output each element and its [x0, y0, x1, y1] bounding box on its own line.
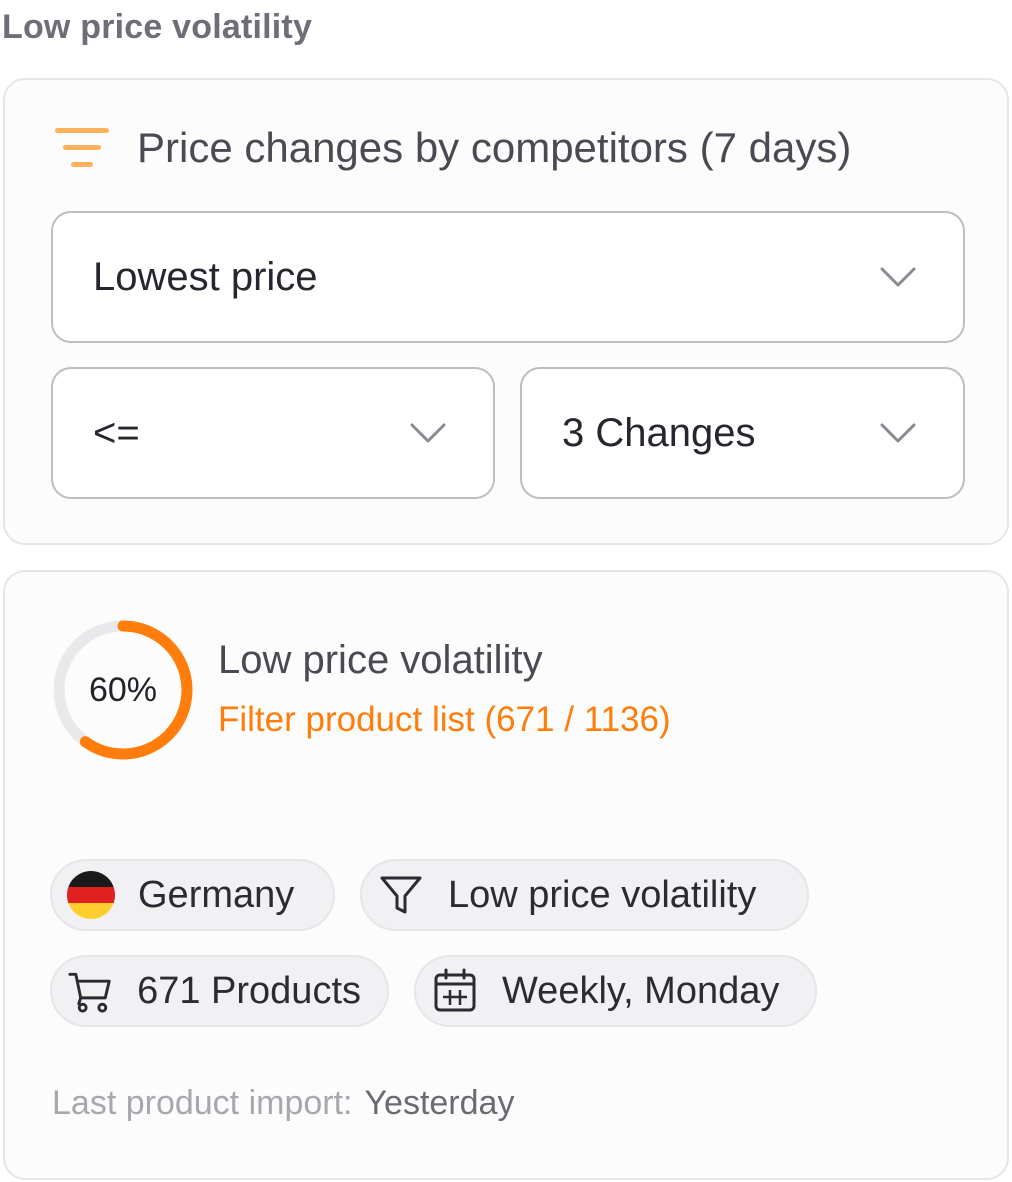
last-import-row: Last product import: Yesterday [52, 1084, 514, 1123]
filter-chip[interactable]: Low price volatility [360, 859, 809, 931]
progress-label: 60% [88, 670, 158, 709]
filter-chip-label: Low price volatility [448, 873, 757, 916]
schedule-label: Weekly, Monday [502, 969, 780, 1012]
funnel-icon [380, 876, 422, 914]
filter-header: Price changes by competitors (7 days) [55, 124, 851, 172]
products-chip[interactable]: 671 Products [50, 955, 389, 1027]
result-card: 60% Low price volatility Filter product … [3, 570, 1009, 1180]
operator-select[interactable]: <= [51, 367, 495, 499]
last-import-label: Last product import: [52, 1084, 353, 1122]
last-import-value: Yesterday [364, 1084, 515, 1122]
schedule-chip[interactable]: Weekly, Monday [414, 955, 817, 1027]
filter-title: Price changes by competitors (7 days) [137, 124, 852, 171]
country-chip[interactable]: Germany [50, 859, 335, 931]
change-count-select[interactable]: 3 Changes [520, 367, 965, 499]
calendar-icon [434, 968, 476, 1012]
page-title: Low price volatility [2, 8, 313, 46]
chevron-down-icon [880, 423, 916, 443]
filter-card: Price changes by competitors (7 days) Lo… [3, 78, 1009, 545]
filter-product-list-link[interactable]: Filter product list (671 / 1136) [218, 700, 671, 740]
chevron-down-icon [880, 267, 916, 287]
sort-filter-icon [55, 128, 109, 167]
result-title: Low price volatility [218, 638, 543, 682]
products-label: 671 Products [137, 969, 361, 1012]
price-type-select[interactable]: Lowest price [51, 211, 965, 343]
operator-value: <= [93, 410, 140, 455]
chevron-down-icon [410, 423, 446, 443]
price-type-value: Lowest price [93, 254, 318, 299]
germany-flag-icon [67, 871, 115, 919]
change-count-value: 3 Changes [562, 410, 756, 455]
cart-icon [68, 972, 111, 1013]
country-label: Germany [138, 873, 295, 916]
